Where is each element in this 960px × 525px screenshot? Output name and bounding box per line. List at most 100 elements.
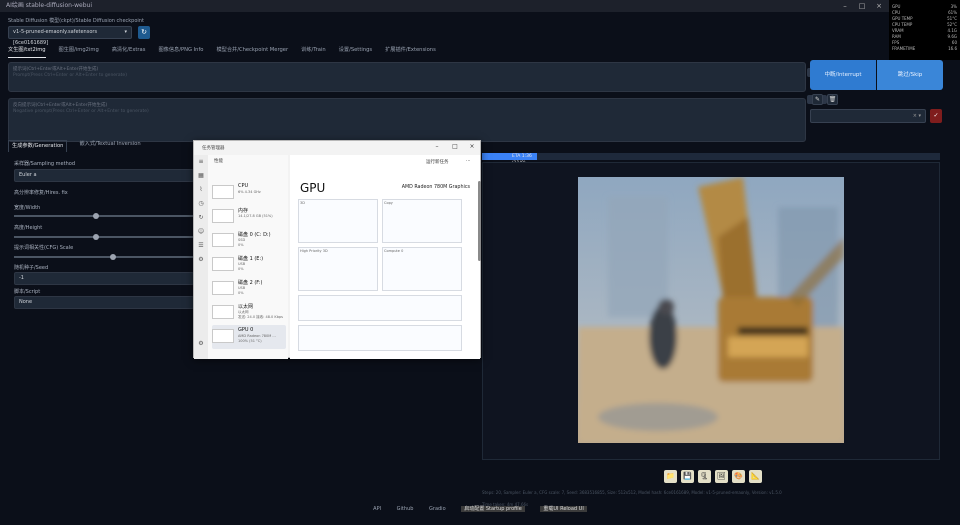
perf-item-detail: USB bbox=[238, 262, 246, 266]
perf-item-name: 磁盘 0 (C: D:) bbox=[238, 232, 271, 238]
footer-reload-ui-link[interactable]: 重载UI Reload UI bbox=[540, 506, 587, 512]
image-toolbar: 📁 💾 🗜 🖼 🎨 📐 bbox=[664, 470, 762, 483]
tm-minimize-icon[interactable]: – bbox=[432, 143, 442, 150]
zip-icon[interactable]: 🗜 bbox=[698, 470, 711, 483]
footer: API Github Gradio 启动配置 Startup profile 重… bbox=[0, 505, 960, 512]
width-label: 宽度/Width bbox=[14, 205, 41, 211]
seed-input[interactable]: -1 bbox=[14, 272, 194, 285]
task-manager-window[interactable]: 任务管理器 – □ × ≡ ▦ ⌇ ◷ ↻ ☺ ☰ ⚙ ⚙ 性能 CPU 6% … bbox=[193, 140, 481, 359]
perf-item-name: 内存 bbox=[238, 208, 249, 214]
skip-button[interactable]: 跳过/Skip bbox=[877, 60, 943, 90]
tm-maximize-icon[interactable]: □ bbox=[450, 143, 460, 150]
perf-item-detail: SSD bbox=[238, 238, 246, 242]
tab-train[interactable]: 训练/Train bbox=[301, 46, 326, 58]
gpu-graph-3d: 3D bbox=[298, 199, 378, 243]
interrupt-button[interactable]: 中断/Interrupt bbox=[810, 60, 876, 90]
tab-settings[interactable]: 设置/Settings bbox=[339, 46, 372, 58]
tab-generation[interactable]: 生成参数/Generation bbox=[8, 140, 68, 152]
footer-gradio-link[interactable]: Gradio bbox=[429, 506, 446, 512]
negative-prompt-input[interactable]: 反向提示词(Ctrl+Enter或Alt+Enter开始生成) Negative… bbox=[8, 95, 827, 142]
main-tabs: 文生图/txt2img 图生图/img2img 高清化/Extras 图像信息/… bbox=[8, 46, 436, 58]
save-icon[interactable]: 💾 bbox=[681, 470, 694, 483]
height-slider-knob[interactable] bbox=[93, 234, 99, 240]
performance-heading: 性能 bbox=[214, 159, 223, 164]
edit-style-button[interactable]: ✎ bbox=[812, 94, 823, 105]
chevron-down-icon: ▾ bbox=[124, 29, 127, 35]
close-icon[interactable]: × bbox=[872, 0, 886, 12]
perf-item-name: GPU 0 bbox=[238, 327, 254, 333]
gpu-graph-high-priority-3d: High Priority 3D bbox=[298, 247, 378, 291]
tab-extensions[interactable]: 扩展插件/Extensions bbox=[385, 46, 436, 58]
perf-item-name: 磁盘 2 (F:) bbox=[238, 280, 263, 286]
tab-txt2img[interactable]: 文生图/txt2img bbox=[8, 46, 46, 58]
menu-icon[interactable]: ≡ bbox=[194, 155, 208, 169]
task-manager-scrollbar[interactable] bbox=[478, 181, 481, 261]
apply-style-button[interactable]: ✓ bbox=[930, 109, 942, 123]
maximize-icon[interactable]: □ bbox=[855, 0, 869, 12]
checkpoint-select[interactable]: v1-5-pruned-emaonly.safetensors [6ce0161… bbox=[8, 26, 132, 46]
perf-item-gpu0[interactable]: GPU 0 AMD Radeon 780M ... 100% (51 °C) bbox=[212, 325, 286, 349]
perf-item-usage: 0% bbox=[238, 267, 244, 271]
perf-item-disk0[interactable]: 磁盘 0 (C: D:) SSD 0% bbox=[212, 229, 286, 253]
perf-item-detail: USB bbox=[238, 286, 246, 290]
sampler-label: 采样器/Sampling method bbox=[14, 161, 75, 167]
gpu-title: GPU bbox=[300, 181, 326, 195]
width-slider[interactable] bbox=[14, 213, 194, 219]
app-history-icon[interactable]: ◷ bbox=[194, 197, 208, 211]
width-slider-knob[interactable] bbox=[93, 213, 99, 219]
tm-close-icon[interactable]: × bbox=[467, 143, 477, 150]
graph-label: Compute 0 bbox=[384, 249, 404, 253]
clear-prompt-button[interactable]: 🗑 bbox=[827, 94, 838, 105]
styles-select[interactable]: × ▾ bbox=[810, 109, 926, 123]
script-select[interactable]: None bbox=[14, 296, 194, 309]
send-to-inpaint-icon[interactable]: 🎨 bbox=[732, 470, 745, 483]
gpu-graph-shared-memory bbox=[298, 325, 462, 351]
tab-img2img[interactable]: 图生图/img2img bbox=[59, 46, 99, 58]
generated-image[interactable] bbox=[578, 177, 844, 443]
more-options-icon[interactable]: ⋯ bbox=[466, 159, 471, 164]
settings-icon[interactable]: ⚙ bbox=[194, 337, 208, 351]
footer-github-link[interactable]: Github bbox=[397, 506, 414, 512]
output-gallery bbox=[482, 162, 940, 460]
users-icon[interactable]: ☺ bbox=[194, 225, 208, 239]
sampler-select[interactable]: Euler a bbox=[14, 169, 194, 182]
refresh-checkpoint-button[interactable]: ↻ bbox=[138, 26, 150, 39]
height-slider[interactable] bbox=[14, 234, 194, 240]
tab-checkpoint-merger[interactable]: 模型合并/Checkpoint Merger bbox=[216, 46, 288, 58]
cfg-slider[interactable] bbox=[14, 254, 194, 260]
progress-fill: ETA 1:36 (11/0) bbox=[482, 153, 537, 166]
perf-item-disk1[interactable]: 磁盘 1 (E:) USB 0% bbox=[212, 253, 286, 277]
send-to-extras-icon[interactable]: 📐 bbox=[749, 470, 762, 483]
perf-item-cpu[interactable]: CPU 6% 4.34 GHz bbox=[212, 181, 286, 205]
hires-fix-checkbox[interactable]: 高分辨率修复/Hires. fix bbox=[14, 189, 68, 196]
sparkline bbox=[212, 281, 234, 295]
negative-prompt-placeholder-en: Negative prompt(Press Ctrl+Enter or Alt+… bbox=[13, 109, 149, 114]
details-icon[interactable]: ☰ bbox=[194, 239, 208, 253]
performance-list: 性能 CPU 6% 4.34 GHz 内存 14.1/27.8 GB (51%)… bbox=[208, 155, 288, 359]
prompt-input[interactable]: 提示词(Ctrl+Enter或Alt+Enter开始生成) Prompt(Pre… bbox=[8, 62, 827, 92]
cfg-slider-knob[interactable] bbox=[110, 254, 116, 260]
footer-startup-profile-link[interactable]: 启动配置 Startup profile bbox=[461, 506, 525, 512]
performance-icon[interactable]: ⌇ bbox=[194, 183, 208, 197]
window-titlebar: AI绘画 stable-diffusion-webui bbox=[0, 0, 960, 12]
tab-png-info[interactable]: 图像信息/PNG Info bbox=[158, 46, 203, 58]
send-to-img2img-icon[interactable]: 🖼 bbox=[715, 470, 728, 483]
perf-item-ethernet[interactable]: 以太网 以太网 发送: 24.0 接收: 48.0 Kbps bbox=[212, 301, 286, 325]
overlay-row: FRAMETIME 16.6 bbox=[892, 46, 957, 52]
footer-api-link[interactable]: API bbox=[373, 506, 381, 512]
startup-icon[interactable]: ↻ bbox=[194, 211, 208, 225]
sparkline bbox=[212, 209, 234, 223]
perf-item-disk2[interactable]: 磁盘 2 (F:) USB 0% bbox=[212, 277, 286, 301]
perf-item-memory[interactable]: 内存 14.1/27.8 GB (51%) bbox=[212, 205, 286, 229]
folder-icon[interactable]: 📁 bbox=[664, 470, 677, 483]
check-icon: ✓ bbox=[933, 112, 939, 119]
minimize-icon[interactable]: – bbox=[838, 0, 852, 12]
services-icon[interactable]: ⚙ bbox=[194, 253, 208, 267]
run-new-task-button[interactable]: 运行新任务 bbox=[426, 159, 449, 165]
task-manager-titlebar[interactable]: 任务管理器 – □ × bbox=[194, 141, 480, 155]
tab-extras[interactable]: 高清化/Extras bbox=[112, 46, 146, 58]
performance-overlay: GPU 3% CPU 61% GPU TEMP 51°C CPU TEMP 52°C V… bbox=[889, 0, 960, 60]
processes-icon[interactable]: ▦ bbox=[194, 169, 208, 183]
prompt-placeholder-en: Prompt(Press Ctrl+Enter or Alt+Enter to … bbox=[13, 73, 127, 78]
tab-textual-inversion[interactable]: 嵌入式/Textual Inversion bbox=[79, 140, 140, 152]
